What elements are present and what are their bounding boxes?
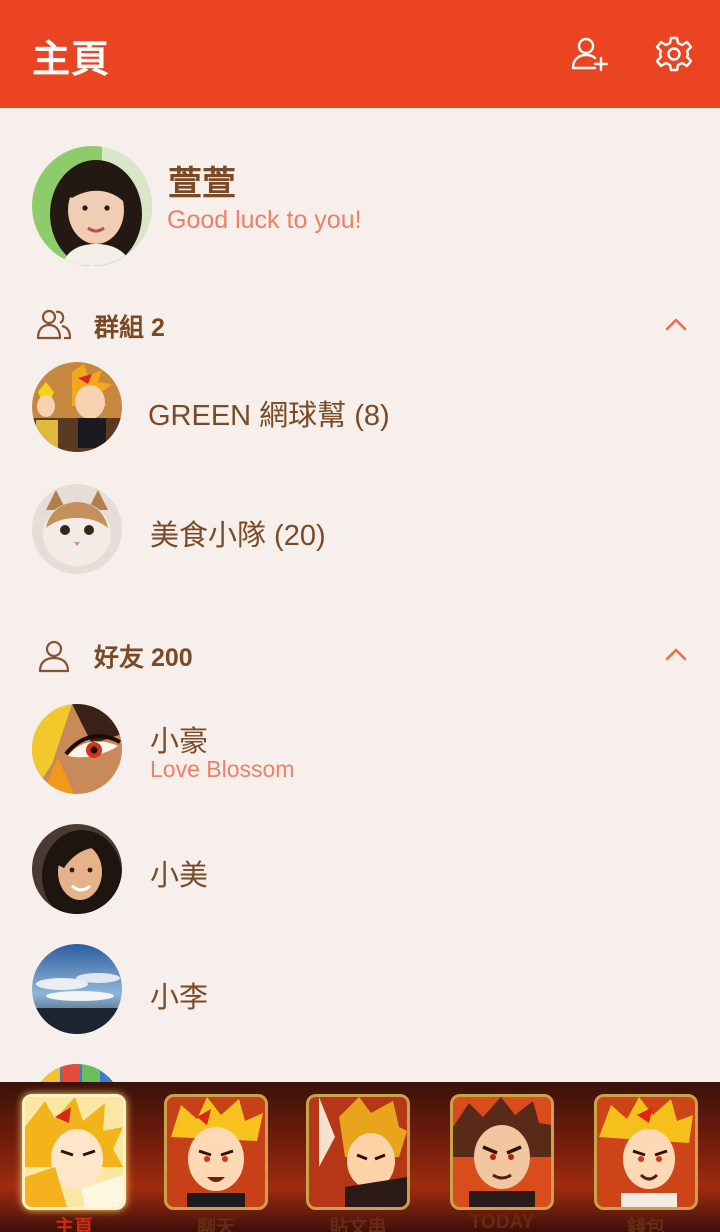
tab-label: 錢包	[626, 1217, 665, 1232]
chevron-up-icon[interactable]	[662, 310, 690, 338]
tab-wallet[interactable]: 錢包	[594, 1094, 698, 1232]
group-name[interactable]: 美食小隊 (20)	[150, 512, 326, 554]
tab-today[interactable]: TODAY	[450, 1094, 554, 1232]
group-avatar[interactable]	[32, 362, 122, 452]
friend-avatar[interactable]	[32, 824, 122, 914]
tab-label: 主頁	[54, 1217, 93, 1232]
tab-chat[interactable]: 聊天	[164, 1094, 268, 1232]
tab-label: 貼文串	[329, 1217, 387, 1232]
friend-status-message: Love Blossom	[150, 756, 295, 782]
top-bar: 主頁	[0, 0, 720, 108]
friend-icon	[36, 638, 72, 674]
chevron-up-icon[interactable]	[662, 640, 690, 668]
add-friend-icon[interactable]	[569, 34, 609, 74]
friend-avatar[interactable]	[32, 944, 122, 1034]
group-avatar[interactable]	[32, 484, 122, 574]
groups-section-label: 群組 2	[94, 314, 165, 342]
settings-icon[interactable]	[654, 34, 694, 74]
profile-avatar[interactable]	[32, 146, 152, 266]
tab-timeline[interactable]: 貼文串	[306, 1094, 410, 1232]
tab-label: 聊天	[196, 1217, 235, 1232]
friend-avatar[interactable]	[32, 704, 122, 794]
friend-avatar[interactable]	[32, 1064, 122, 1082]
group-name[interactable]: GREEN 網球幫 (8)	[148, 392, 390, 434]
friends-section-label: 好友 200	[94, 644, 193, 672]
profile-name: 萱萱	[168, 165, 236, 203]
page-title: 主頁	[32, 39, 111, 81]
friend-name[interactable]: 小美	[150, 852, 208, 894]
bottom-tab-bar: 主頁 聊天 貼文串 TODAY 錢包	[0, 1082, 720, 1232]
friend-name[interactable]: 小豪	[150, 718, 208, 760]
home-content[interactable]: 萱萱 Good luck to you! 群組 2 GREEN 網球幫 (8)	[0, 108, 720, 1082]
tab-home[interactable]: 主頁	[22, 1094, 126, 1232]
group-icon	[36, 306, 72, 342]
friend-name[interactable]: 小李	[150, 974, 208, 1016]
profile-status-message: Good luck to you!	[167, 206, 362, 234]
tab-label: TODAY	[469, 1212, 535, 1232]
